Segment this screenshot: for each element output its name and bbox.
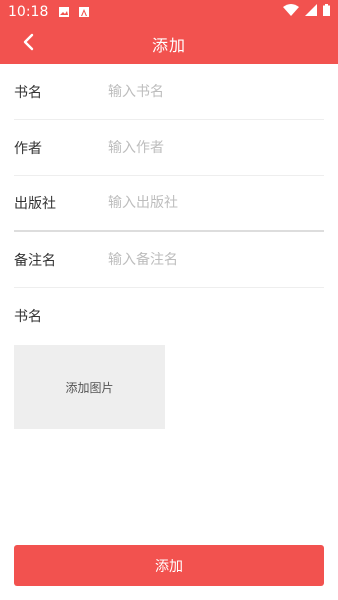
app-bar: 添加 [0,24,338,64]
submit-label: 添加 [155,557,183,574]
page-title: 添加 [151,36,186,55]
battery-icon [323,4,330,20]
image-section-label: 书名 [14,309,42,325]
title-input[interactable] [108,83,324,100]
publisher-label: 出版社 [14,196,56,212]
form-row-author: 作者 [14,120,324,176]
author-label: 作者 [14,140,42,157]
status-time: 10:18 [8,4,49,20]
status-bar: 10:18 [0,0,338,24]
signal-icon [305,4,317,20]
author-input[interactable] [108,139,324,156]
submit-button[interactable]: 添加 [14,545,324,586]
form-row-title: 书名 [14,64,324,120]
wifi-icon [283,4,299,20]
add-image-label: 添加图片 [65,380,114,395]
back-button[interactable] [10,24,46,64]
note-label: 备注名 [14,252,56,269]
note-input[interactable] [108,251,324,268]
image-icon [58,6,70,18]
chevron-left-icon [22,33,34,55]
a-icon [78,6,90,18]
book-form: 书名 作者 出版社 备注名 [0,64,338,288]
title-label: 书名 [14,84,42,101]
publisher-input[interactable] [108,195,324,211]
add-image-button[interactable]: 添加图片 [14,345,165,429]
form-row-note: 备注名 [14,232,324,288]
form-row-publisher: 出版社 [14,176,324,232]
